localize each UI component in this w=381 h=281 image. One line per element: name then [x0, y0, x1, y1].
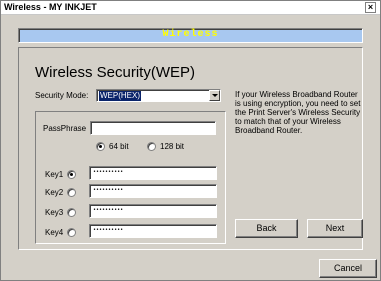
banner-text: Wireless — [162, 29, 219, 40]
back-button[interactable]: Back — [235, 219, 298, 238]
security-mode-select[interactable]: WEP(HEX) — [96, 89, 221, 102]
key3-input[interactable]: •••••••••• — [89, 204, 217, 218]
security-mode-label: Security Mode: — [35, 91, 89, 100]
help-text: If your Wireless Broadband Router is usi… — [235, 90, 361, 135]
key3-radio[interactable] — [67, 208, 76, 217]
bit-64-radio[interactable] — [96, 142, 105, 151]
bit-128-radio[interactable] — [147, 142, 156, 151]
key4-radio[interactable] — [67, 228, 76, 237]
cancel-button[interactable]: Cancel — [319, 259, 377, 278]
title-bar[interactable]: Wireless - MY INKJET × — [1, 1, 380, 15]
next-button[interactable]: Next — [307, 219, 363, 238]
key2-radio[interactable] — [67, 188, 76, 197]
header-banner: Wireless — [18, 28, 363, 43]
page-title: Wireless Security(WEP) — [35, 64, 196, 81]
key2-input[interactable]: •••••••••• — [89, 184, 217, 198]
key1-label: Key1 — [45, 170, 64, 179]
key4-label: Key4 — [45, 228, 64, 237]
key2-label: Key2 — [45, 188, 64, 197]
passphrase-input[interactable] — [90, 121, 216, 135]
bit-128-label: 128 bit — [160, 142, 185, 151]
key1-input[interactable]: •••••••••• — [89, 166, 217, 180]
bit-64-label: 64 bit — [109, 142, 129, 151]
security-mode-value: WEP(HEX) — [99, 91, 141, 101]
passphrase-label: PassPhrase — [43, 124, 87, 133]
close-button[interactable]: × — [365, 2, 376, 13]
key4-input[interactable]: •••••••••• — [89, 224, 217, 238]
window-title: Wireless - MY INKJET — [4, 2, 97, 12]
chevron-down-icon[interactable] — [209, 90, 220, 101]
wireless-dialog: Wireless - MY INKJET × Wireless Wireless… — [0, 0, 381, 281]
key1-radio[interactable] — [67, 170, 76, 179]
key3-label: Key3 — [45, 208, 64, 217]
